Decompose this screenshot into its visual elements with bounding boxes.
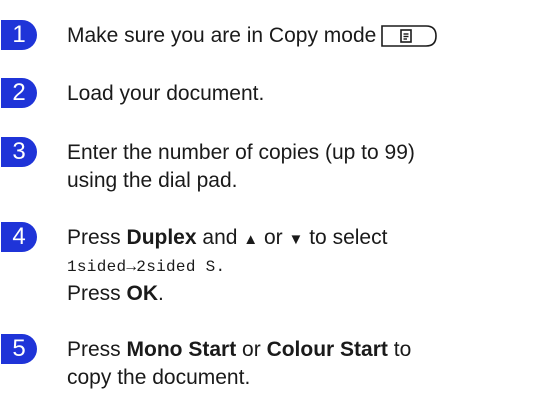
step-number-badge: 5 <box>1 334 37 364</box>
period-text: . <box>158 282 164 305</box>
step-2-text: Load your document. <box>67 82 265 105</box>
step-number-badge: 4 <box>1 222 37 252</box>
down-arrow-icon: ▼ <box>288 231 304 248</box>
to-text: to <box>393 338 412 361</box>
step-text: Press Duplex and ▲ or ▼ to select 1sided… <box>67 224 527 308</box>
step-text: Load your document. <box>67 80 527 108</box>
step-4-line-3: Press OK. <box>67 280 527 308</box>
colour-start-key-label: Colour Start <box>266 338 388 361</box>
duplex-key-label: Duplex <box>126 226 197 249</box>
or-text: or <box>242 338 261 361</box>
mono-start-key-label: Mono Start <box>126 338 237 361</box>
and-text: and <box>202 226 238 249</box>
press-text: Press <box>67 282 121 305</box>
step-3-line-1: Enter the number of copies (up to 99) <box>67 141 415 164</box>
to-select-text: to select <box>309 226 388 249</box>
step-5-line-1: Press Mono Start or Colour Start to <box>67 336 527 364</box>
step-number-badge: 3 <box>1 137 37 167</box>
lcd-option-text: 1sided→2sided S. <box>67 258 226 276</box>
step-text: Press Mono Start or Colour Start to copy… <box>67 336 527 392</box>
step-text: Enter the number of copies (up to 99) us… <box>67 139 527 195</box>
step-5-line-2: copy the document. <box>67 366 251 389</box>
press-text: Press <box>67 338 121 361</box>
up-arrow-icon: ▲ <box>243 231 259 248</box>
step-3-line-2: using the dial pad. <box>67 169 238 192</box>
step-4-line-1: Press Duplex and ▲ or ▼ to select <box>67 224 527 254</box>
ok-key-label: OK <box>126 282 159 305</box>
press-text: Press <box>67 226 121 249</box>
step-number-badge: 1 <box>1 20 37 50</box>
copy-mode-key-icon <box>380 25 440 47</box>
step-number-badge: 2 <box>1 78 37 108</box>
step-text: Make sure you are in Copy mode <box>67 22 527 50</box>
step-1-text: Make sure you are in Copy mode <box>67 24 377 47</box>
or-text: or <box>263 226 283 249</box>
